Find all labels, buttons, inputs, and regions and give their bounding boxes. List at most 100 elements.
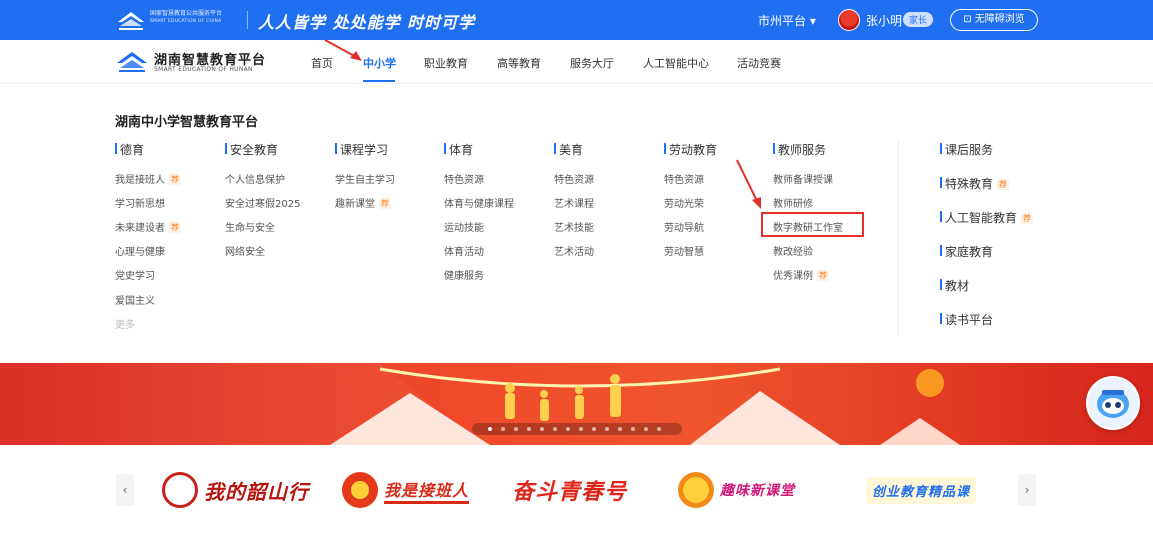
username[interactable]: 张小明 [866, 12, 902, 29]
nav-service-hall[interactable]: 服务大厅 [570, 55, 614, 71]
region-dropdown[interactable]: 市州平台 ▾ [758, 12, 816, 29]
annotation-highlight-box [761, 212, 864, 237]
carousel-item-successor[interactable]: 我是接班人 [342, 465, 470, 515]
link-arts-2[interactable]: 艺术课程 [554, 195, 594, 210]
carousel-item-fun-class[interactable]: 趣味新课堂 [678, 465, 795, 515]
pagination-dot[interactable] [579, 427, 583, 431]
pagination-dot[interactable] [657, 427, 661, 431]
accessibility-button[interactable]: ⊡ 无障碍浏览 [950, 9, 1038, 31]
top-bar: 国家智慧教育公共服务平台 SMART EDUCATION OF CHINA 人人… [0, 0, 1153, 40]
main-nav: 湖南智慧教育平台 SMART EDUCATION OF HUNAN 首页 中小学… [0, 40, 1153, 84]
link-family-ed[interactable]: 家庭教育 [940, 243, 993, 260]
pagination-dot[interactable] [605, 427, 609, 431]
col-head-courses[interactable]: 课程学习 [335, 141, 388, 158]
link-moral-2[interactable]: 学习新思想 [115, 195, 165, 210]
link-pe-2[interactable]: 体育与健康课程 [444, 195, 514, 210]
slogan: 人人皆学 处处能学 时时可学 [258, 13, 476, 32]
pagination-dot[interactable] [527, 427, 531, 431]
link-labor-4[interactable]: 劳动智慧 [664, 243, 704, 258]
annotation-arrow-icon [324, 39, 362, 61]
pagination-dot[interactable] [540, 427, 544, 431]
link-pe-1[interactable]: 特色资源 [444, 171, 484, 186]
link-labor-3[interactable]: 劳动导航 [664, 219, 704, 234]
recommend-badge: 荐 [169, 222, 181, 233]
link-arts-1[interactable]: 特色资源 [554, 171, 594, 186]
link-special-ed[interactable]: 特殊教育荐 [940, 175, 1010, 192]
user-avatar[interactable] [838, 9, 860, 31]
link-pe-5[interactable]: 健康服务 [444, 267, 484, 282]
col-head-teacher[interactable]: 教师服务 [773, 141, 826, 158]
link-courses-1[interactable]: 学生自主学习 [335, 171, 395, 186]
role-badge: 家长 [903, 12, 934, 27]
link-moral-3[interactable]: 未来建设者荐 [115, 219, 181, 234]
link-teacher-4[interactable]: 教改经验 [773, 243, 813, 258]
recommend-badge: 荐 [1021, 213, 1034, 224]
national-logo-icon [118, 12, 144, 30]
column-divider [898, 140, 899, 335]
pagination-dot[interactable] [488, 427, 492, 431]
pagination-dot[interactable] [618, 427, 622, 431]
pagination-dot[interactable] [644, 427, 648, 431]
pagination-dot[interactable] [553, 427, 557, 431]
link-labor-2[interactable]: 劳动光荣 [664, 195, 704, 210]
assistant-mascot-icon[interactable] [1086, 376, 1140, 430]
recommend-badge: 荐 [997, 179, 1010, 190]
link-safety-2[interactable]: 安全过寒假2025 [225, 195, 300, 210]
link-moral-5[interactable]: 党史学习 [115, 267, 155, 282]
link-arts-4[interactable]: 艺术活动 [554, 243, 594, 258]
recommend-badge: 荐 [817, 270, 829, 281]
link-reading[interactable]: 读书平台 [940, 311, 993, 328]
carousel-next-button[interactable]: › [1018, 474, 1036, 506]
link-teacher-2[interactable]: 教师研修 [773, 195, 813, 210]
nav-ai-center[interactable]: 人工智能中心 [643, 55, 709, 71]
link-moral-6[interactable]: 爱国主义 [115, 292, 155, 307]
pagination-dot[interactable] [592, 427, 596, 431]
link-arts-3[interactable]: 艺术技能 [554, 219, 594, 234]
col-head-arts[interactable]: 美育 [554, 141, 583, 158]
link-teacher-1[interactable]: 教师备课授课 [773, 171, 833, 186]
carousel-item-shaoshan[interactable]: 我的韶山行 [162, 465, 309, 515]
link-teacher-5[interactable]: 优秀课例荐 [773, 267, 829, 282]
nav-competitions[interactable]: 活动竞赛 [737, 55, 781, 71]
link-pe-4[interactable]: 体育活动 [444, 243, 484, 258]
active-tab-indicator [363, 80, 395, 82]
robot-icon [1097, 390, 1129, 418]
link-pe-3[interactable]: 运动技能 [444, 219, 484, 234]
national-org-name: 国家智慧教育公共服务平台 SMART EDUCATION OF CHINA [150, 10, 250, 26]
link-courses-2[interactable]: 趣新课堂荐 [335, 195, 391, 210]
link-moral-4[interactable]: 心理与健康 [115, 243, 165, 258]
hero-banner[interactable] [0, 363, 1153, 445]
carousel-prev-button[interactable]: ‹ [116, 474, 134, 506]
col-head-labor[interactable]: 劳动教育 [664, 141, 717, 158]
pagination-dot[interactable] [566, 427, 570, 431]
link-ai-ed[interactable]: 人工智能教育荐 [940, 209, 1034, 226]
mascot-logo-icon [678, 472, 714, 508]
carousel-pagination[interactable] [472, 423, 682, 435]
brand-name-en: SMART EDUCATION OF HUNAN [154, 66, 253, 73]
carousel-item-youth[interactable]: 奋斗青春号 [512, 465, 627, 515]
link-labor-1[interactable]: 特色资源 [664, 171, 704, 186]
nav-vocational[interactable]: 职业教育 [424, 55, 468, 71]
col-head-moral[interactable]: 德育 [115, 141, 144, 158]
shaoshan-logo-icon [162, 472, 198, 508]
link-textbooks[interactable]: 教材 [940, 277, 969, 294]
panel-title: 湖南中小学智慧教育平台 [115, 115, 259, 130]
nav-higher-ed[interactable]: 高等教育 [497, 55, 541, 71]
recommend-badge: 荐 [169, 174, 181, 185]
link-safety-3[interactable]: 生命与安全 [225, 219, 275, 234]
col-head-pe[interactable]: 体育 [444, 141, 473, 158]
pagination-dot[interactable] [514, 427, 518, 431]
link-more[interactable]: 更多 [115, 316, 135, 331]
pagination-dot[interactable] [631, 427, 635, 431]
carousel-item-entrepreneur[interactable]: 创业教育精品课 [866, 465, 977, 515]
org-name-cn: 国家智慧教育公共服务平台 [150, 10, 223, 17]
annotation-arrow-icon [736, 159, 761, 209]
link-safety-1[interactable]: 个人信息保护 [225, 171, 285, 186]
hunan-logo-icon [117, 52, 147, 72]
org-name-en: SMART EDUCATION OF CHINA [150, 19, 222, 24]
col-head-safety[interactable]: 安全教育 [225, 141, 278, 158]
link-moral-1[interactable]: 我是接班人荐 [115, 171, 181, 186]
link-safety-4[interactable]: 网络安全 [225, 243, 265, 258]
link-after-school[interactable]: 课后服务 [940, 141, 993, 158]
pagination-dot[interactable] [501, 427, 505, 431]
